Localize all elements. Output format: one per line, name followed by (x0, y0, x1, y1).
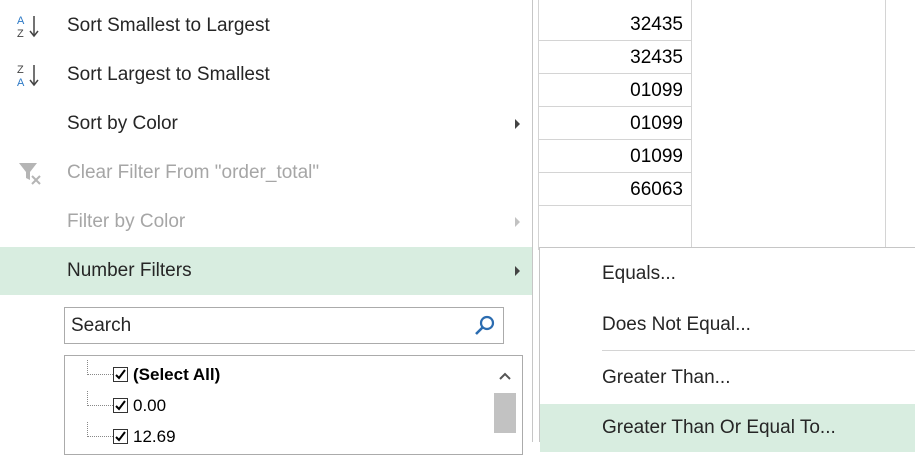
sort-by-color-label: Sort by Color (67, 113, 178, 134)
clear-filter-item: Clear Filter From "order_total" (0, 149, 532, 197)
chevron-right-icon (515, 217, 520, 227)
number-filters-submenu: Equals... Does Not Equal... Greater Than… (539, 247, 915, 452)
greater-than-item[interactable]: Greater Than... (540, 354, 915, 402)
list-item-label: 0.00 (133, 396, 167, 415)
column-divider (691, 0, 692, 250)
cell-value: 32435 (630, 14, 683, 35)
sort-by-color-item[interactable]: Sort by Color (0, 100, 532, 148)
tree-connector (87, 422, 113, 437)
sort-ascending-item[interactable]: A Z Sort Smallest to Largest (0, 2, 532, 50)
cell[interactable]: 01099 (538, 140, 691, 173)
cell-value: 01099 (630, 80, 683, 101)
search-box[interactable] (64, 307, 504, 344)
list-item[interactable]: 0.00 (65, 391, 485, 421)
greater-than-or-equal-item[interactable]: Greater Than Or Equal To... (540, 404, 915, 452)
svg-text:A: A (17, 77, 25, 89)
sort-z-to-a-icon: Z A (17, 64, 39, 89)
svg-text:A: A (17, 15, 25, 27)
cell-value: 32435 (630, 47, 683, 68)
chevron-right-icon (515, 266, 520, 276)
list-item-label: (Select All) (133, 365, 221, 384)
clear-filter-label: Clear Filter From "order_total" (67, 162, 320, 183)
list-scrollbar[interactable] (488, 356, 522, 454)
checkmark-icon (115, 431, 126, 442)
number-filters-item[interactable]: Number Filters (0, 247, 532, 295)
cell[interactable]: 32435 (538, 41, 691, 74)
cell[interactable]: 32435 (538, 8, 691, 41)
cell[interactable]: 01099 (538, 74, 691, 107)
tree-connector (87, 391, 113, 406)
checkbox[interactable] (113, 367, 128, 382)
cell[interactable]: 01099 (538, 107, 691, 140)
cell-value: 01099 (630, 146, 683, 167)
clear-filter-icon (19, 163, 41, 185)
scroll-up-icon[interactable] (499, 372, 511, 380)
scrollbar-thumb[interactable] (494, 393, 516, 433)
checkmark-icon (115, 400, 126, 411)
column-divider (885, 0, 886, 250)
cell[interactable]: 66063 (538, 173, 691, 206)
svg-text:Z: Z (17, 64, 24, 76)
list-item[interactable]: (Select All) (65, 360, 485, 390)
checkmark-icon (115, 369, 126, 380)
does-not-equal-item[interactable]: Does Not Equal... (540, 301, 915, 349)
greater-than-label: Greater Than... (602, 367, 731, 388)
greater-than-or-equal-label: Greater Than Or Equal To... (602, 417, 836, 438)
number-filters-label: Number Filters (67, 260, 192, 281)
chevron-right-icon (515, 119, 520, 129)
cell-value: 01099 (630, 113, 683, 134)
menu-separator (602, 350, 915, 351)
sort-descending-item[interactable]: Z A Sort Largest to Smallest (0, 51, 532, 99)
autofilter-dropdown: A Z Sort Smallest to Largest Z A Sort La… (0, 0, 533, 455)
list-item[interactable]: 12.69 (65, 422, 485, 452)
equals-item[interactable]: Equals... (540, 250, 915, 298)
sort-a-to-z-icon: A Z (17, 15, 39, 40)
spreadsheet-grid: 32435 32435 01099 01099 01099 66063 (538, 0, 915, 250)
magnifier-icon[interactable] (473, 314, 497, 338)
cell-value: 66063 (630, 179, 683, 200)
does-not-equal-label: Does Not Equal... (602, 314, 751, 335)
checkbox[interactable] (113, 398, 128, 413)
svg-text:Z: Z (17, 28, 24, 40)
equals-label: Equals... (602, 263, 676, 284)
filter-by-color-label: Filter by Color (67, 211, 186, 232)
list-item-label: 12.69 (133, 427, 176, 446)
filter-values-list[interactable]: (Select All) 0.00 12.69 (64, 355, 523, 455)
search-input[interactable] (71, 312, 451, 339)
sort-descending-label: Sort Largest to Smallest (67, 64, 270, 85)
tree-connector (87, 360, 113, 375)
sort-ascending-label: Sort Smallest to Largest (67, 15, 270, 36)
filter-by-color-item: Filter by Color (0, 198, 532, 246)
